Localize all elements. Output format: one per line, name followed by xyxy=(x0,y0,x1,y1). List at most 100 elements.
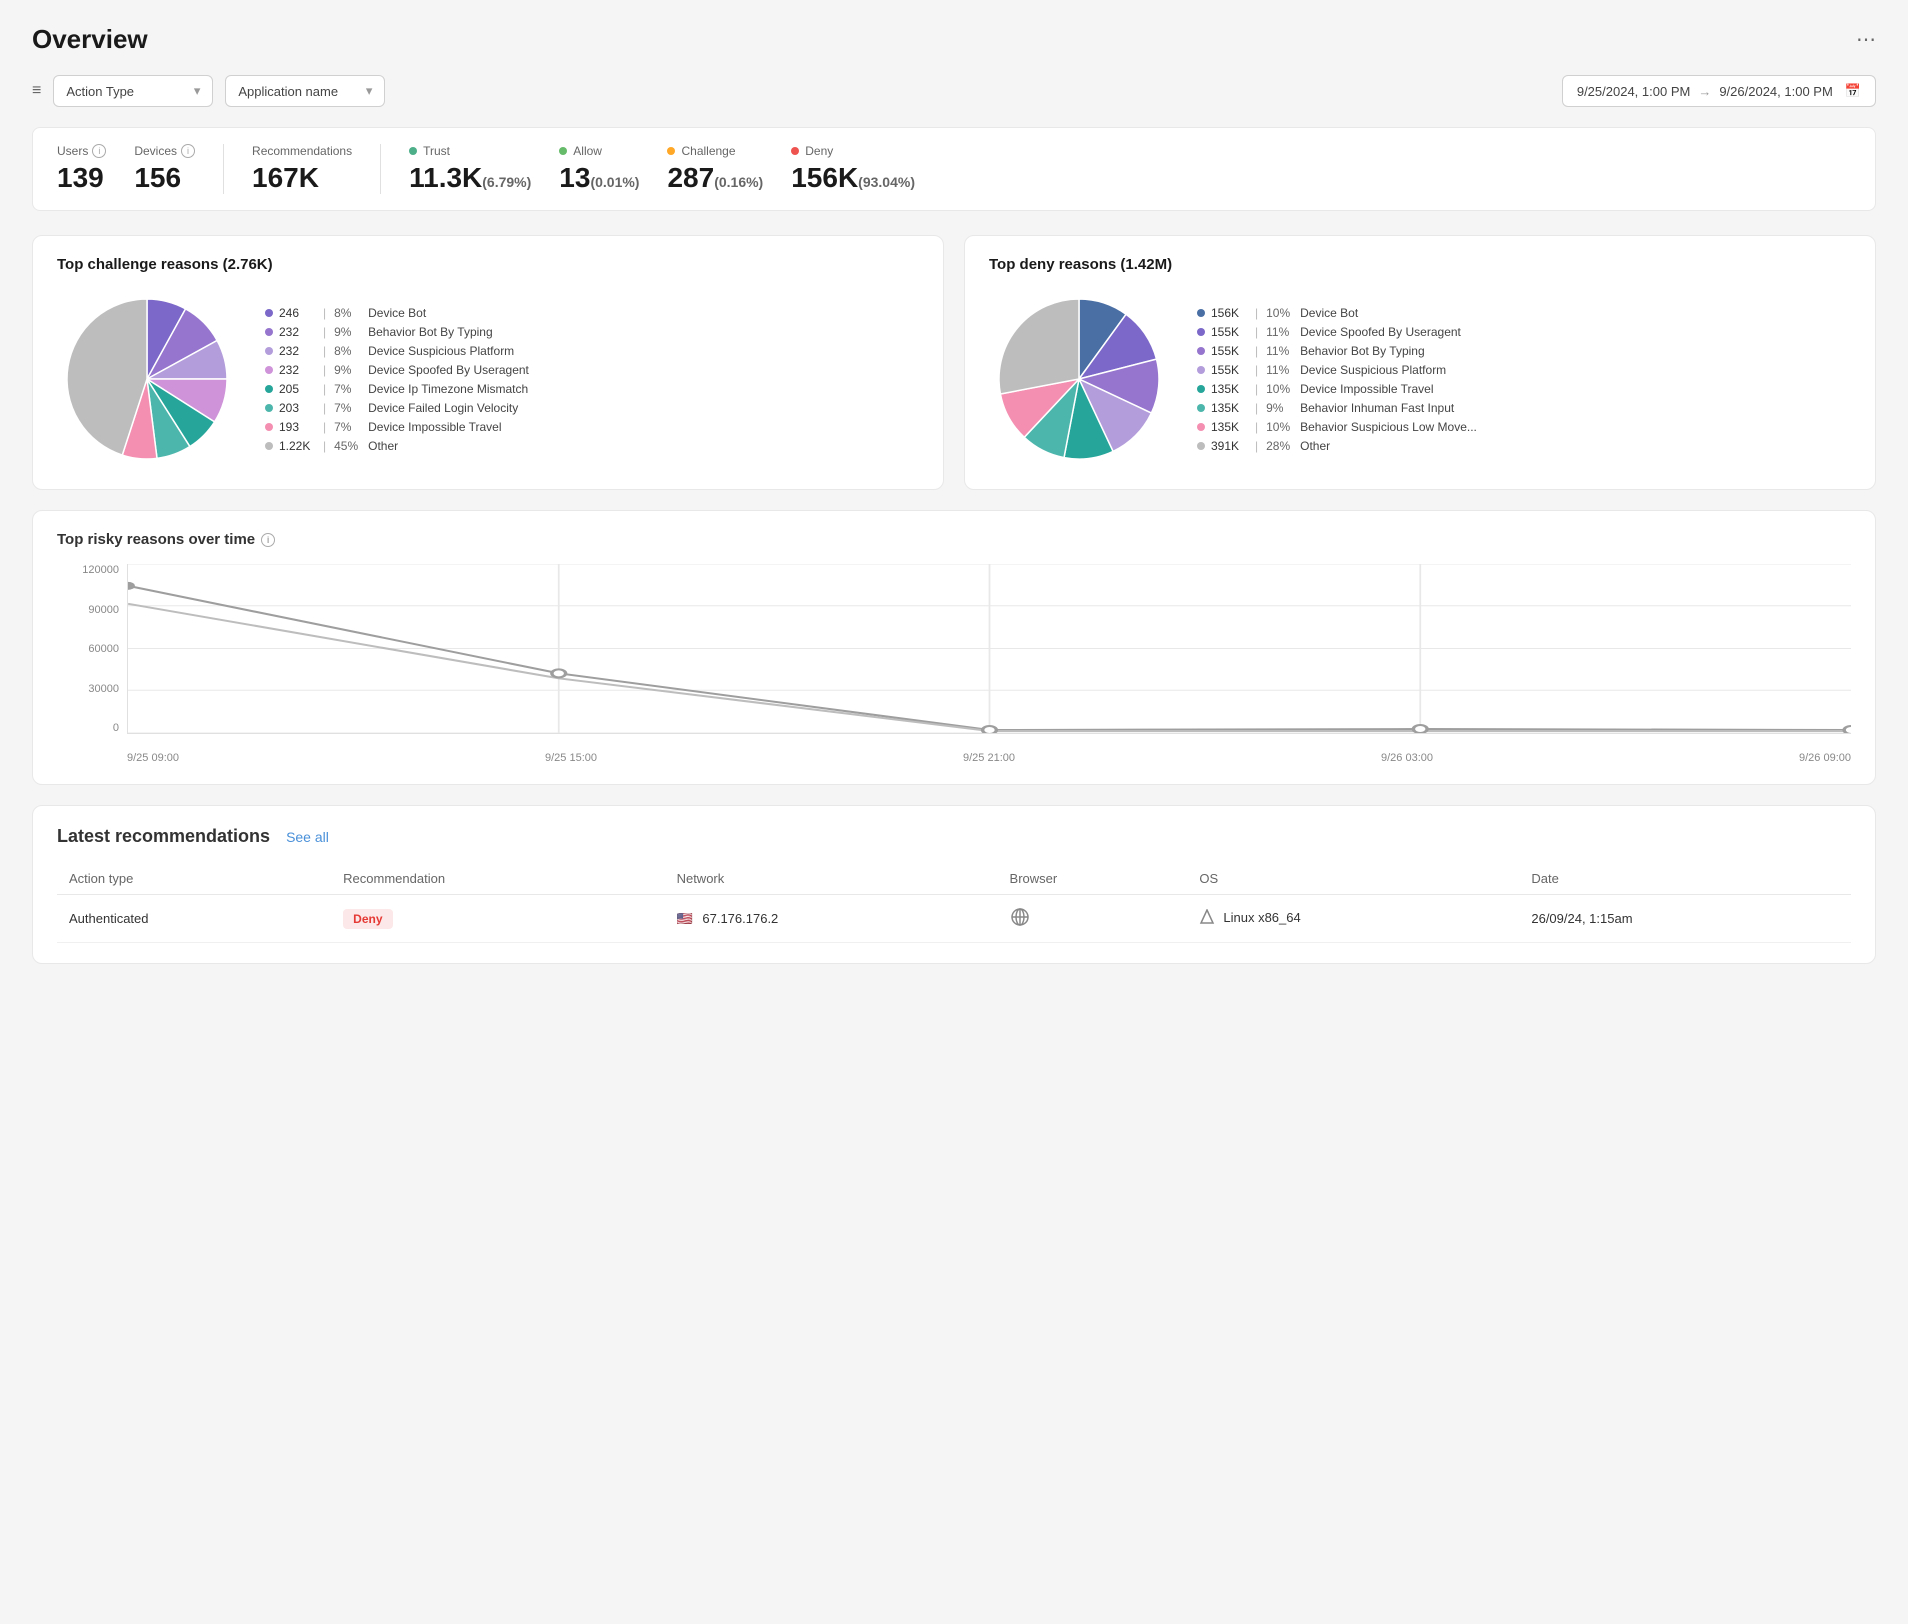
pie-charts-row: Top challenge reasons (2.76K) 246 | 8% D… xyxy=(32,235,1876,490)
legend-value: 232 xyxy=(279,363,315,377)
legend-pct: 10% xyxy=(1266,306,1294,320)
legend-pct: 7% xyxy=(334,382,362,396)
legend-item: 193 | 7% Device Impossible Travel xyxy=(265,420,919,434)
deny-value: 156K(93.04%) xyxy=(791,162,915,194)
legend-pct: 7% xyxy=(334,401,362,415)
legend-value: 135K xyxy=(1211,401,1247,415)
calendar-icon[interactable]: 📅 xyxy=(1845,83,1861,99)
legend-dot xyxy=(1197,385,1205,393)
legend-label: Device Ip Timezone Mismatch xyxy=(368,382,528,396)
legend-value: 205 xyxy=(279,382,315,396)
legend-pct: 9% xyxy=(1266,401,1294,415)
devices-info-icon[interactable]: i xyxy=(181,144,195,158)
users-devices-group: Users i 139 Devices i 156 xyxy=(57,144,224,194)
legend-pct: 8% xyxy=(334,344,362,358)
legend-item: 135K | 9% Behavior Inhuman Fast Input xyxy=(1197,401,1851,415)
legend-label: Behavior Bot By Typing xyxy=(368,325,493,339)
legend-value: 193 xyxy=(279,420,315,434)
challenge-stat: Challenge 287(0.16%) xyxy=(667,144,763,194)
allow-value: 13(0.01%) xyxy=(559,162,639,194)
legend-item: 135K | 10% Device Impossible Travel xyxy=(1197,382,1851,396)
cell-recommendation: Deny xyxy=(331,895,664,943)
challenge-pie-section: 246 | 8% Device Bot 232 | 9% Behavior Bo… xyxy=(57,289,919,469)
legend-pct: 9% xyxy=(334,363,362,377)
app-name-label: Application name xyxy=(238,84,338,99)
challenge-legend: 246 | 8% Device Bot 232 | 9% Behavior Bo… xyxy=(265,306,919,453)
legend-item: 246 | 8% Device Bot xyxy=(265,306,919,320)
x-axis: 9/25 09:00 9/25 15:00 9/25 21:00 9/26 03… xyxy=(127,752,1851,764)
legend-label: Behavior Suspicious Low Move... xyxy=(1300,420,1477,434)
see-all-link[interactable]: See all xyxy=(286,829,329,845)
recommendations-label: Recommendations xyxy=(252,144,352,158)
legend-value: 155K xyxy=(1211,344,1247,358)
legend-value: 135K xyxy=(1211,382,1247,396)
y-axis: 120000 90000 60000 30000 0 xyxy=(57,564,127,734)
legend-dot xyxy=(265,385,273,393)
legend-dot xyxy=(1197,309,1205,317)
legend-dot xyxy=(265,442,273,450)
deny-chart-card: Top deny reasons (1.42M) 156K | 10% Devi… xyxy=(964,235,1876,490)
challenge-chart-title: Top challenge reasons (2.76K) xyxy=(57,256,919,273)
allow-label: Allow xyxy=(573,144,602,158)
recommendations-table: Action type Recommendation Network Brows… xyxy=(57,863,1851,943)
legend-pct: 11% xyxy=(1266,363,1294,377)
users-label: Users xyxy=(57,144,88,158)
legend-dot xyxy=(1197,404,1205,412)
legend-pct: 45% xyxy=(334,439,362,453)
time-chart-info-icon[interactable]: i xyxy=(261,533,275,547)
browser-icon xyxy=(1010,907,1030,927)
date-arrow-icon: → xyxy=(1698,84,1711,99)
time-chart-card: Top risky reasons over time i 120000 900… xyxy=(32,510,1876,785)
recommendations-group: Recommendations 167K xyxy=(252,144,381,194)
deny-legend: 156K | 10% Device Bot 155K | 11% Device … xyxy=(1197,306,1851,453)
col-browser: Browser xyxy=(998,863,1188,895)
challenge-chart-card: Top challenge reasons (2.76K) 246 | 8% D… xyxy=(32,235,944,490)
legend-item: 156K | 10% Device Bot xyxy=(1197,306,1851,320)
trust-label: Trust xyxy=(423,144,450,158)
cell-network: 🇺🇸 67.176.176.2 xyxy=(665,895,998,943)
action-type-caret: ▾ xyxy=(194,83,201,99)
time-series-svg xyxy=(128,564,1851,733)
more-options-icon[interactable]: ⋯ xyxy=(1856,27,1876,52)
deny-pie-section: 156K | 10% Device Bot 155K | 11% Device … xyxy=(989,289,1851,469)
table-row: Authenticated Deny 🇺🇸 67.176.176.2 xyxy=(57,895,1851,943)
deny-dot xyxy=(791,147,799,155)
stats-row: Users i 139 Devices i 156 Recommendation… xyxy=(32,127,1876,211)
challenge-pie-chart xyxy=(57,289,237,469)
date-range-picker[interactable]: 9/25/2024, 1:00 PM → 9/26/2024, 1:00 PM … xyxy=(1562,75,1876,107)
allow-stat: Allow 13(0.01%) xyxy=(559,144,639,194)
legend-dot xyxy=(1197,347,1205,355)
legend-label: Device Spoofed By Useragent xyxy=(368,363,529,377)
recommendations-value: 167K xyxy=(252,162,352,194)
col-action-type: Action type xyxy=(57,863,331,895)
legend-item: 205 | 7% Device Ip Timezone Mismatch xyxy=(265,382,919,396)
col-os: OS xyxy=(1187,863,1519,895)
legend-label: Device Bot xyxy=(368,306,426,320)
legend-label: Device Spoofed By Useragent xyxy=(1300,325,1461,339)
trust-dot xyxy=(409,147,417,155)
legend-pct: 7% xyxy=(334,420,362,434)
deny-label: Deny xyxy=(805,144,833,158)
legend-pct: 9% xyxy=(334,325,362,339)
deny-pie-container xyxy=(989,289,1169,469)
legend-value: 391K xyxy=(1211,439,1247,453)
legend-pct: 11% xyxy=(1266,344,1294,358)
legend-value: 232 xyxy=(279,325,315,339)
legend-item: 391K | 28% Other xyxy=(1197,439,1851,453)
deny-pie-chart xyxy=(989,289,1169,469)
rec-title: Latest recommendations xyxy=(57,826,270,847)
legend-value: 246 xyxy=(279,306,315,320)
legend-value: 1.22K xyxy=(279,439,315,453)
legend-label: Device Impossible Travel xyxy=(1300,382,1433,396)
legend-dot xyxy=(265,309,273,317)
action-type-filter[interactable]: Action Type ▾ xyxy=(53,75,213,107)
legend-value: 155K xyxy=(1211,363,1247,377)
legend-dot xyxy=(265,328,273,336)
legend-label: Device Suspicious Platform xyxy=(368,344,514,358)
app-name-filter[interactable]: Application name ▾ xyxy=(225,75,385,107)
action-stats-group: Trust 11.3K(6.79%) Allow 13(0.01%) Cha xyxy=(409,144,915,194)
users-value: 139 xyxy=(57,162,106,194)
legend-label: Device Failed Login Velocity xyxy=(368,401,518,415)
users-info-icon[interactable]: i xyxy=(92,144,106,158)
legend-pct: 8% xyxy=(334,306,362,320)
